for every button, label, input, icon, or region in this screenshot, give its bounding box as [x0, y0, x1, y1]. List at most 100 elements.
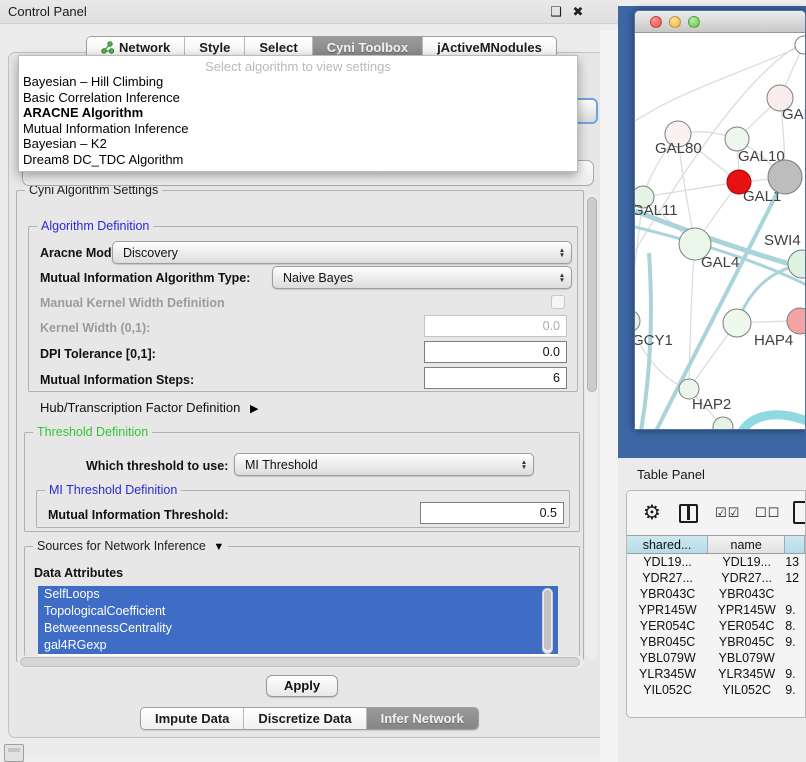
tab-infer-network[interactable]: Infer Network	[367, 708, 478, 729]
attribute-item[interactable]: TopologicalCoefficient	[38, 603, 558, 620]
minimize-traffic-light-icon[interactable]	[669, 16, 681, 28]
mi-type-value: Naive Bayes	[273, 271, 553, 285]
table-row[interactable]: YLR345WYLR345W9.	[627, 666, 805, 682]
stepper-arrows-icon: ▲▼	[515, 460, 533, 470]
aracne-mode-combobox[interactable]: Discovery ▲▼	[112, 241, 572, 264]
network-edge[interactable]	[741, 415, 806, 430]
network-node[interactable]	[768, 160, 802, 194]
attribute-item[interactable]: SelfLoops	[38, 586, 558, 603]
mi-type-combobox[interactable]: Naive Bayes ▲▼	[272, 266, 572, 289]
tab-label: Style	[199, 40, 230, 55]
close-icon[interactable]: ✖	[570, 4, 586, 20]
table-row[interactable]: YDR27...YDR27...12	[627, 570, 805, 586]
network-window-titlebar[interactable]	[635, 11, 805, 33]
document-icon[interactable]	[793, 501, 806, 524]
settings-vertical-scrollbar[interactable]	[585, 194, 598, 660]
attributes-scrollbar[interactable]	[542, 588, 553, 654]
manual-kernel-label: Manual Kernel Width Definition	[40, 296, 225, 310]
table-cell: YLR345W	[708, 666, 785, 682]
column-header[interactable]: name	[708, 536, 785, 553]
tab-label: jActiveMNodules	[437, 40, 542, 55]
algorithm-option[interactable]: Basic Correlation Inference	[19, 90, 577, 106]
network-node-swi4[interactable]	[788, 250, 806, 278]
dpi-tolerance-label: DPI Tolerance [0,1]:	[40, 347, 156, 361]
settings-horizontal-scrollbar[interactable]	[18, 656, 584, 668]
manual-kernel-checkbox[interactable]	[551, 295, 565, 309]
table-cell	[785, 586, 805, 602]
node-label: GCY1	[635, 332, 673, 349]
network-node-gcy1[interactable]	[635, 310, 640, 332]
which-threshold-label: Which threshold to use:	[86, 459, 228, 473]
table-cell	[785, 650, 805, 666]
table-panel-title: Table Panel	[637, 467, 705, 482]
threshold-definition-title: Threshold Definition	[33, 425, 152, 439]
split-pane-divider[interactable]	[600, 30, 618, 762]
settings-vertical-scrollbar-thumb[interactable]	[587, 197, 597, 392]
network-edge[interactable]	[643, 182, 739, 197]
table-cell: YER054C	[708, 618, 785, 634]
which-threshold-combobox[interactable]: MI Threshold ▲▼	[234, 453, 534, 476]
node-label: HAP2	[692, 396, 731, 413]
chevron-right-icon: ▶	[250, 403, 258, 415]
algorithm-popup-list: Bayesian – Hill ClimbingBasic Correlatio…	[19, 74, 577, 167]
network-node[interactable]	[795, 36, 806, 54]
dpi-tolerance-field[interactable]: 0.0	[424, 341, 567, 363]
table-row[interactable]: YPR145WYPR145W9.	[627, 602, 805, 618]
tab-label: Infer Network	[381, 711, 464, 726]
table-row[interactable]: YBR043CYBR043C	[627, 586, 805, 602]
table-row[interactable]: YER054CYER054C8.	[627, 618, 805, 634]
gear-icon[interactable]: ⚙	[643, 501, 661, 525]
hub-section-label: Hub/Transcription Factor Definition	[40, 400, 240, 415]
table-row[interactable]: YDL19...YDL19...13	[627, 554, 805, 570]
tab-label: Impute Data	[155, 711, 229, 726]
tab-label: Cyni Toolbox	[327, 40, 408, 55]
column-header[interactable]	[785, 536, 805, 553]
node-label: HAP4	[754, 332, 793, 349]
network-canvas[interactable]: GALGAL80GAL10GAL1GAL11GAL4SWI4GCY1HAP4YH…	[635, 33, 806, 430]
tab-discretize-data[interactable]: Discretize Data	[244, 708, 366, 729]
apply-button[interactable]: Apply	[266, 675, 338, 697]
table-cell: YDL19...	[627, 554, 708, 570]
select-all-checkboxes-icon[interactable]: ☑☑	[715, 505, 740, 521]
mi-threshold-field[interactable]: 0.5	[420, 502, 564, 524]
float-window-icon[interactable]: ❑	[548, 4, 564, 20]
kernel-width-field[interactable]: 0.0	[424, 315, 567, 337]
node-label: GAL11	[635, 202, 678, 219]
network-view-window[interactable]: GALGAL80GAL10GAL1GAL11GAL4SWI4GCY1HAP4YH…	[634, 10, 806, 430]
close-traffic-light-icon[interactable]	[650, 16, 662, 28]
dock-panel-icon[interactable]	[4, 744, 24, 762]
network-node-y[interactable]	[787, 308, 806, 334]
algorithm-option[interactable]: Bayesian – K2	[19, 136, 577, 152]
attribute-item[interactable]: BetweennessCentrality	[38, 620, 558, 637]
table-cell: YBR045C	[708, 634, 785, 650]
algorithm-option[interactable]: Bayesian – Hill Climbing	[19, 74, 577, 90]
control-panel-title: Control Panel	[8, 4, 87, 19]
attribute-item[interactable]: gal4RGexp	[38, 637, 558, 654]
data-attributes-list[interactable]: SelfLoopsTopologicalCoefficientBetweenne…	[38, 586, 558, 656]
tab-label: Select	[259, 40, 297, 55]
tab-impute-data[interactable]: Impute Data	[141, 708, 244, 729]
attributes-scrollbar-thumb[interactable]	[544, 590, 551, 650]
node-label: GAL4	[701, 254, 739, 271]
columns-icon[interactable]	[679, 504, 698, 523]
table-row[interactable]: YBR045CYBR045C9.	[627, 634, 805, 650]
table-row[interactable]: YIL052CYIL052C9.	[627, 682, 805, 698]
table-panel: Table Panel ⚙ ☑☑ ☐☐ shared...nameYDL19..…	[618, 458, 806, 762]
zoom-traffic-light-icon[interactable]	[688, 16, 700, 28]
column-header[interactable]: shared...	[627, 536, 708, 553]
hub-section-toggle[interactable]: Hub/Transcription Factor Definition ▶	[40, 400, 258, 415]
aracne-mode-label: Aracne Mode:	[40, 246, 123, 260]
settings-horizontal-scrollbar-thumb[interactable]	[20, 657, 580, 667]
table-row[interactable]: YBL079WYBL079W	[627, 650, 805, 666]
mi-steps-field[interactable]: 6	[424, 367, 567, 389]
deselect-all-checkboxes-icon[interactable]: ☐☐	[755, 505, 780, 521]
algorithm-option[interactable]: Dream8 DC_TDC Algorithm	[19, 152, 577, 168]
algorithm-option[interactable]: ARACNE Algorithm	[19, 105, 577, 121]
table-cell: YBR043C	[708, 586, 785, 602]
algorithm-option[interactable]: Mutual Information Inference	[19, 121, 577, 137]
network-node-hap4[interactable]	[723, 309, 751, 337]
sources-group-toggle[interactable]: Sources for Network Inference ▼	[33, 539, 228, 553]
bottom-tabbar: Impute Data Discretize Data Infer Network	[140, 707, 479, 730]
data-attributes-label: Data Attributes	[34, 566, 123, 580]
node-label: GAL80	[655, 140, 702, 157]
